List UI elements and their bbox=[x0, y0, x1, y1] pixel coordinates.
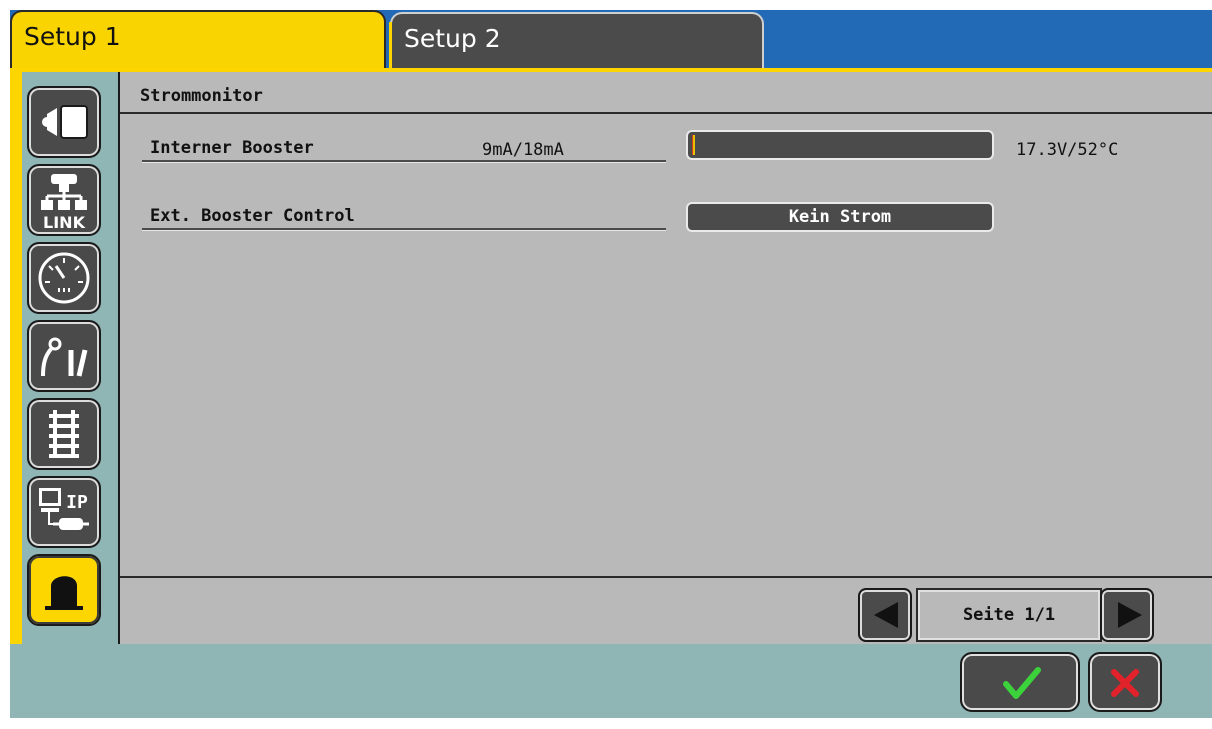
strommonitor-panel: Strommonitor Interner Booster 9mA/18mA 1… bbox=[120, 72, 1212, 644]
sidebar: LINK IP bbox=[22, 72, 118, 644]
booster-tunnel-icon bbox=[45, 576, 83, 610]
tab-bar: Setup 1 Setup 2 bbox=[10, 10, 1212, 70]
sidebar-item-booster[interactable] bbox=[27, 554, 101, 626]
current-meter-bar bbox=[686, 130, 994, 160]
main-frame: LINK IP Strommonitor Interner Booster 9m… bbox=[10, 68, 1212, 718]
screen: Setup 1 Setup 2 LINK IP Strommonitor Int… bbox=[0, 0, 1212, 729]
tab-setup-1[interactable]: Setup 1 bbox=[10, 10, 386, 70]
footer-divider bbox=[120, 576, 1212, 578]
arrow-left-icon bbox=[874, 602, 898, 628]
track-rails-icon bbox=[49, 410, 79, 458]
sidebar-item-ip[interactable]: IP bbox=[27, 476, 101, 548]
current-meter-fill bbox=[692, 135, 695, 155]
title-divider bbox=[120, 112, 1212, 114]
voltage-temperature: 17.3V/52°C bbox=[1016, 140, 1119, 160]
link-network-icon: LINK bbox=[41, 174, 87, 232]
sidebar-item-track-output[interactable] bbox=[27, 86, 101, 158]
pager: Seite 1/1 bbox=[858, 588, 1160, 642]
sidebar-item-track-rails[interactable] bbox=[27, 398, 101, 470]
ext-booster-label: Ext. Booster Control bbox=[150, 206, 355, 226]
sidebar-item-gauge[interactable] bbox=[27, 242, 101, 314]
tab-setup-2[interactable]: Setup 2 bbox=[389, 12, 764, 70]
row-underline bbox=[142, 160, 666, 163]
arrow-right-icon bbox=[1118, 602, 1142, 628]
previous-page-button[interactable] bbox=[858, 588, 912, 642]
sidebar-item-signal-turnout[interactable] bbox=[27, 320, 101, 392]
row-underline bbox=[142, 228, 666, 231]
section-title: Strommonitor bbox=[140, 86, 263, 106]
bottom-bar bbox=[10, 644, 1212, 718]
ip-computer-icon: IP bbox=[39, 488, 89, 530]
cancel-button[interactable] bbox=[1088, 652, 1162, 712]
sidebar-item-link[interactable]: LINK bbox=[27, 164, 101, 236]
close-x-icon bbox=[1111, 669, 1139, 697]
signal-turnout-icon bbox=[41, 337, 88, 377]
gauge-clock-icon bbox=[38, 252, 90, 304]
content-area: LINK IP Strommonitor Interner Booster 9m… bbox=[22, 72, 1212, 644]
ext-booster-status[interactable]: Kein Strom bbox=[686, 202, 994, 232]
internal-booster-label: Interner Booster bbox=[150, 138, 314, 158]
link-label: LINK bbox=[43, 213, 86, 232]
next-page-button[interactable] bbox=[1100, 588, 1154, 642]
check-icon bbox=[1003, 667, 1041, 699]
page-indicator: Seite 1/1 bbox=[916, 588, 1102, 642]
track-output-icon bbox=[42, 105, 88, 139]
ip-label: IP bbox=[66, 492, 88, 513]
confirm-button[interactable] bbox=[960, 652, 1080, 712]
current-reading: 9mA/18mA bbox=[482, 140, 564, 160]
